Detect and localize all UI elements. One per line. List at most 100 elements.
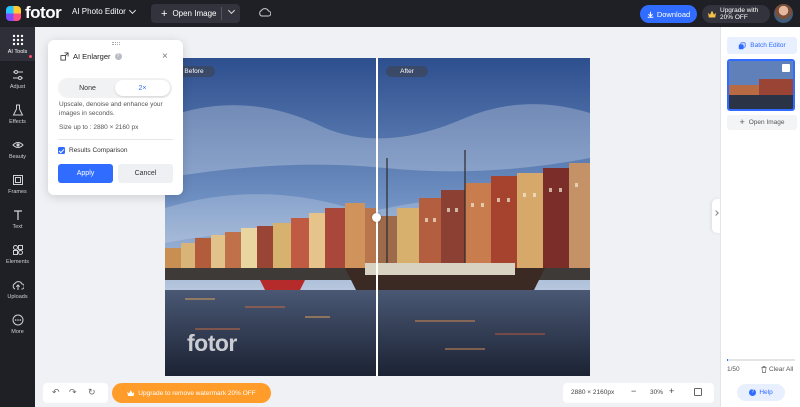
sidebar-item-label: Beauty (8, 153, 27, 160)
history-controls: ↶ ↷ ↻ (43, 383, 108, 403)
size-limit-text: Size up to : 2880 × 2160 px (59, 124, 139, 131)
upgrade-line1: Upgrade with (720, 6, 759, 14)
shapes-icon (12, 244, 23, 255)
question-icon: ? (749, 389, 757, 396)
grid-icon (12, 34, 23, 45)
sidebar-item-more[interactable]: More (0, 307, 35, 341)
upgrade-line2: 20% OFF (720, 14, 748, 21)
panel-description: Upscale, denoise and enhance your images… (59, 101, 163, 117)
crown-icon (127, 390, 135, 396)
panel-header: AI Enlarger ? (60, 52, 122, 61)
top-bar: fotor AI Photo Editor + Open Image Downl… (0, 0, 800, 27)
flask-icon (12, 104, 23, 115)
trash-icon (761, 366, 767, 373)
layers-icon (739, 41, 746, 49)
cloud-icon[interactable] (258, 7, 271, 17)
zoom-level[interactable]: 30% (650, 389, 663, 396)
text-icon (13, 209, 22, 220)
panel-title: AI Enlarger (73, 52, 111, 61)
batch-editor-label: Batch Editor (750, 42, 786, 49)
zoom-in-button[interactable]: + (669, 386, 674, 396)
editor-mode-label: AI Photo Editor (72, 7, 126, 16)
sidebar-item-label: Adjust (9, 83, 26, 90)
sidebar-item-label: Text (12, 223, 23, 230)
sidebar-item-frames[interactable]: Frames (0, 167, 35, 201)
scale-option-2x[interactable]: 2× (115, 80, 170, 96)
results-comparison-toggle[interactable]: Results Comparison (58, 147, 128, 154)
avatar[interactable] (774, 4, 793, 23)
download-button[interactable]: Download (640, 5, 697, 23)
sidebar-item-beauty[interactable]: Beauty (0, 132, 35, 166)
remove-watermark-banner[interactable]: Upgrade to remove watermark 20% OFF (112, 383, 271, 403)
progress-fill (727, 359, 729, 361)
sidebar-item-label: Effects (9, 118, 26, 125)
sliders-icon (12, 69, 23, 80)
scale-segmented-control: None 2× (58, 78, 172, 98)
checkbox[interactable] (58, 147, 65, 154)
image-count-progress (727, 359, 795, 361)
comparison-handle[interactable] (372, 213, 381, 222)
sidebar-item-uploads[interactable]: Uploads (0, 272, 35, 306)
upgrade-button[interactable]: Upgrade with 20% OFF (702, 5, 770, 23)
redo-icon[interactable]: ↷ (69, 387, 77, 398)
after-label: After (386, 66, 428, 77)
left-sidebar: AI Tools Adjust Effects Beauty Frames Te… (0, 27, 35, 407)
sidebar-item-effects[interactable]: Effects (0, 97, 35, 131)
help-button[interactable]: ? Help (737, 384, 785, 401)
clear-all-button[interactable]: Clear All (761, 366, 793, 373)
image-dimensions: 2880 × 2160px (571, 389, 615, 396)
fotor-logo[interactable]: fotor (6, 3, 62, 22)
clear-all-label: Clear All (769, 366, 794, 373)
enlarge-icon (60, 52, 69, 61)
open-image-side-label: Open Image (748, 119, 785, 126)
download-label: Download (656, 9, 691, 19)
apply-button[interactable]: Apply (58, 164, 113, 183)
cancel-button[interactable]: Cancel (118, 164, 173, 183)
chevron-down-icon (128, 6, 136, 14)
fotor-logo-mark (6, 5, 21, 21)
reset-icon[interactable]: ↻ (88, 387, 96, 398)
editor-mode-select[interactable]: AI Photo Editor (72, 6, 136, 16)
sidebar-item-label: More (11, 328, 24, 335)
remove-watermark-label: Upgrade to remove watermark 20% OFF (138, 389, 256, 397)
sidebar-item-text[interactable]: Text (0, 202, 35, 236)
image-thumbnail[interactable] (727, 59, 795, 111)
sidebar-item-label: Elements (6, 258, 29, 265)
drag-handle-icon[interactable] (112, 42, 120, 45)
chevron-right-icon (713, 210, 719, 216)
watermark: fotor (187, 330, 237, 356)
logo-text: fotor (25, 3, 62, 22)
notification-dot (29, 55, 32, 58)
zoom-out-button[interactable]: − (631, 386, 636, 396)
eye-icon (11, 141, 24, 148)
undo-icon[interactable]: ↶ (52, 387, 60, 398)
frame-icon (12, 174, 23, 185)
close-icon[interactable]: × (162, 52, 168, 62)
ai-enlarger-panel: AI Enlarger ? × None 2× Upscale, denoise… (48, 40, 183, 195)
sidebar-item-label: Uploads (7, 293, 28, 300)
divider (58, 139, 173, 140)
batch-editor-button[interactable]: Batch Editor (727, 37, 797, 54)
scale-option-none[interactable]: None (60, 80, 115, 96)
open-image-side-button[interactable]: + Open Image (727, 115, 797, 130)
plus-icon: + (739, 117, 745, 127)
help-label: Help (759, 389, 773, 396)
crown-icon (708, 10, 716, 18)
cloud-upload-icon (12, 280, 24, 290)
image-count: 1/50 (727, 366, 740, 373)
plus-icon: + (161, 7, 168, 20)
trash-icon[interactable] (782, 64, 790, 72)
zoom-bar: 2880 × 2160px − 30% + (563, 383, 714, 403)
sidebar-item-elements[interactable]: Elements (0, 237, 35, 271)
sidebar-item-adjust[interactable]: Adjust (0, 62, 35, 96)
results-comparison-label: Results Comparison (69, 147, 128, 154)
sidebar-item-label: Frames (8, 188, 27, 195)
chevron-down-icon[interactable] (227, 6, 236, 15)
canvas-image[interactable]: Before After fotor (165, 58, 590, 376)
more-icon (12, 314, 23, 325)
open-image-button[interactable]: + Open Image (151, 4, 240, 23)
compare-icon[interactable] (694, 388, 702, 396)
open-image-label: Open Image (172, 9, 217, 18)
sidebar-item-label: AI Tools (7, 48, 28, 55)
help-icon[interactable]: ? (114, 53, 122, 60)
